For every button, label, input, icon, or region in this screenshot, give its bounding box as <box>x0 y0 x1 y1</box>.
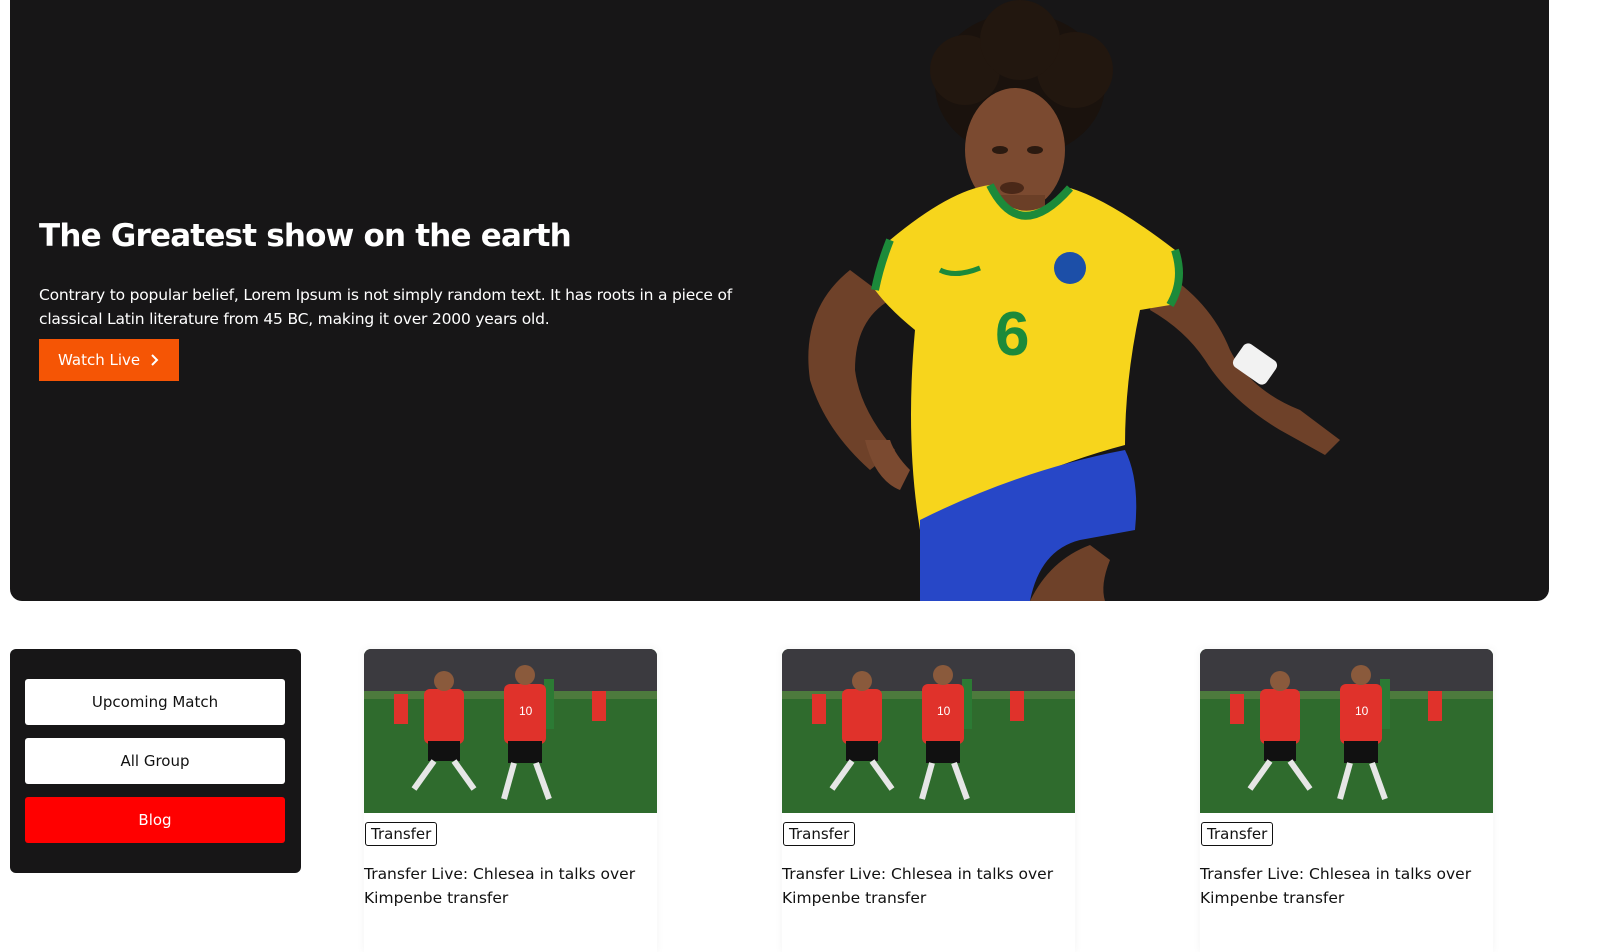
hero-banner: The Greatest show on the earth Contrary … <box>10 0 1549 601</box>
sidebar-panel: Upcoming Match All Group Blog <box>10 649 301 873</box>
jersey-number: 6 <box>995 300 1029 369</box>
hero-title: The Greatest show on the earth <box>39 218 572 254</box>
chevron-right-icon <box>151 354 159 366</box>
sidebar-item-blog[interactable]: Blog <box>25 797 285 843</box>
news-card-image[interactable]: 10 <box>364 649 657 813</box>
news-card[interactable]: 10 Transfer Transfer Live: Chlesea in ta… <box>1200 649 1493 952</box>
shirt-number: 10 <box>937 704 951 718</box>
news-card-tag[interactable]: Transfer <box>783 822 856 846</box>
hero-text: The Greatest show on the earth Contrary … <box>39 214 779 381</box>
hero-player-image: 6 <box>808 0 1340 601</box>
sidebar-item-all-group[interactable]: All Group <box>25 738 285 784</box>
news-card-image[interactable]: 10 <box>782 649 1075 813</box>
news-card[interactable]: 10 Transfer Transfer Live: Chlesea in ta… <box>782 649 1075 952</box>
watch-live-button[interactable]: Watch Live <box>39 339 180 381</box>
watch-live-label: Watch Live <box>58 351 141 369</box>
hero-description: Contrary to popular belief, Lorem Ipsum … <box>39 286 733 328</box>
news-card[interactable]: 10 Transfer Transfer Live: Chlesea in ta… <box>364 649 657 952</box>
news-card-title[interactable]: Transfer Live: Chlesea in talks over Kim… <box>364 862 654 910</box>
sidebar-item-upcoming-match[interactable]: Upcoming Match <box>25 679 285 725</box>
news-card-title[interactable]: Transfer Live: Chlesea in talks over Kim… <box>782 862 1072 910</box>
shirt-number: 10 <box>519 704 533 718</box>
shirt-number: 10 <box>1355 704 1369 718</box>
news-card-tag[interactable]: Transfer <box>1201 822 1274 846</box>
news-card-title[interactable]: Transfer Live: Chlesea in talks over Kim… <box>1200 862 1490 910</box>
news-card-image[interactable]: 10 <box>1200 649 1493 813</box>
news-card-tag[interactable]: Transfer <box>365 822 438 846</box>
